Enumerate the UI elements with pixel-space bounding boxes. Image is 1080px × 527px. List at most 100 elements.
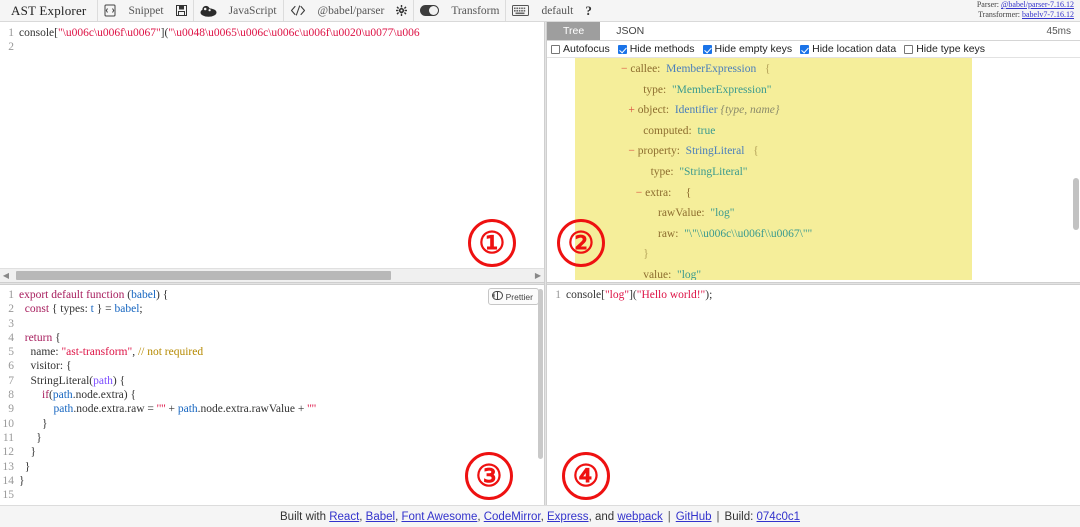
- line-number: 12: [2, 446, 15, 459]
- ast-token: true: [697, 124, 716, 137]
- tab-tree[interactable]: Tree: [547, 22, 601, 40]
- parse-time: 45ms: [1046, 25, 1071, 37]
- output-code-panel[interactable]: 1 console["log"]("Hello world!");: [547, 285, 1080, 505]
- code-token: return: [24, 331, 53, 344]
- source-code-editor[interactable]: 1 console["\u006c\u006f\u0067"]("\u0048\u…: [0, 22, 544, 282]
- parser-version-row: Parser: @babel/parser-7.16.12: [977, 0, 1074, 10]
- code-text: path.node.extra.raw = '"' + path.node.ex…: [19, 402, 317, 416]
- gear-icon[interactable]: [390, 0, 413, 21]
- file-code-icon[interactable]: [98, 0, 122, 21]
- scroll-left-arrow[interactable]: ◀: [0, 271, 12, 280]
- help-button[interactable]: ?: [579, 0, 598, 21]
- footer-link-webpack[interactable]: webpack: [617, 511, 662, 523]
- code-token: StringLiteral: [19, 374, 90, 387]
- code-token: }: [19, 417, 48, 430]
- ast-token: type:: [650, 165, 680, 178]
- ast-option-hide-location-data[interactable]: Hide location data: [800, 43, 896, 55]
- transform-vertical-scrollbar[interactable]: [537, 285, 544, 505]
- code-token: .node.extra) {: [72, 389, 136, 402]
- ast-token: }: [643, 248, 649, 261]
- checkbox-icon[interactable]: [904, 44, 914, 54]
- scroll-right-arrow[interactable]: ▶: [532, 271, 544, 280]
- transform-label[interactable]: Transform: [445, 0, 505, 21]
- ast-option-hide-type-keys[interactable]: Hide type keys: [904, 43, 985, 55]
- footer-link-codemirror[interactable]: CodeMirror: [484, 511, 541, 523]
- scroll-track[interactable]: [12, 271, 532, 280]
- prettier-button[interactable]: Prettier: [487, 288, 539, 305]
- floppy-disk-icon[interactable]: [170, 0, 193, 21]
- transform-code-editor[interactable]: 1 export default function (babel) {2 cons…: [0, 285, 544, 505]
- parser-label[interactable]: @babel/parser: [312, 0, 391, 21]
- ast-node-row[interactable]: value: "log": [547, 265, 1080, 280]
- ast-node-row[interactable]: + object: Identifier {type, name}: [547, 100, 1080, 121]
- checkbox-icon[interactable]: [702, 44, 712, 54]
- parser-version-label: Parser:: [976, 0, 1000, 9]
- code-token: name:: [19, 346, 62, 359]
- line-number: 9: [8, 403, 14, 416]
- ast-node-row[interactable]: rawValue: "log": [547, 203, 1080, 224]
- ast-token: callee:: [627, 63, 667, 75]
- footer-link-express[interactable]: Express: [547, 511, 589, 523]
- scroll-thumb[interactable]: [16, 271, 391, 280]
- keyboard-icon: [506, 0, 535, 21]
- toggle-switch-icon-transform[interactable]: [414, 0, 445, 21]
- ast-node-row[interactable]: raw: "\"\\u006c\\u006f\\u0067\"": [547, 224, 1080, 245]
- code-text: }: [19, 431, 42, 445]
- ast-tree-body[interactable]: − callee: MemberExpression {type: "Membe…: [547, 58, 1080, 280]
- ast-token: property:: [634, 145, 686, 158]
- ast-option-hide-methods[interactable]: Hide methods: [617, 43, 695, 55]
- checkbox-icon[interactable]: [617, 44, 627, 54]
- code-line: 1 console["\u006c\u006f\u0067"]("\u0048\u…: [0, 26, 544, 40]
- code-token: } =: [93, 303, 115, 316]
- ast-node-row[interactable]: computed: true: [547, 121, 1080, 142]
- source-code-lines[interactable]: 1 console["\u006c\u006f\u0067"]("\u0048\u…: [0, 22, 544, 258]
- snippet-label[interactable]: Snippet: [122, 0, 169, 21]
- footer-link-font-awesome[interactable]: Font Awesome: [401, 511, 477, 523]
- parser-version-link[interactable]: @babel/parser-7.16.12: [1001, 0, 1074, 9]
- ast-node-row[interactable]: − extra: {: [547, 183, 1080, 204]
- ast-node-row[interactable]: type: "StringLiteral": [547, 162, 1080, 183]
- code-token: "Hello world!": [636, 289, 706, 301]
- line-number: 4: [8, 331, 14, 344]
- ast-node-row[interactable]: type: "MemberExpression": [547, 80, 1080, 101]
- code-line: 12 }: [0, 445, 544, 459]
- line-number: 10: [2, 417, 15, 430]
- code-token: ;: [139, 303, 143, 316]
- checkbox-icon[interactable]: [551, 44, 560, 54]
- checkbox-icon[interactable]: [800, 44, 810, 54]
- ast-node-row[interactable]: − callee: MemberExpression {: [547, 59, 1080, 80]
- ast-node-list[interactable]: − callee: MemberExpression {type: "Membe…: [547, 58, 1080, 280]
- ast-options-bar: Autofocus Hide methods Hide empty keys Hide…: [547, 41, 1080, 58]
- code-token: // not required: [137, 346, 204, 359]
- language-label[interactable]: JavaScript: [223, 0, 283, 21]
- code-text: console["log"]("Hello world!");: [566, 288, 712, 302]
- ast-node-row[interactable]: }: [547, 244, 1080, 265]
- code-line: 14}: [0, 474, 544, 488]
- tab-json[interactable]: JSON: [600, 22, 660, 40]
- footer-link-github[interactable]: GitHub: [676, 511, 712, 523]
- app-title: AST Explorer: [0, 0, 99, 21]
- code-text: const { types: t } = babel;: [19, 302, 143, 316]
- code-token: "ast-transform": [61, 346, 133, 359]
- code-token: .node.extra.rawValue +: [197, 403, 308, 416]
- ast-token: {: [756, 63, 771, 75]
- code-token: ) {: [156, 289, 169, 301]
- keymap-label[interactable]: default: [535, 0, 579, 21]
- ast-node-row[interactable]: − property: StringLiteral {: [547, 141, 1080, 162]
- code-line: 1 console["log"]("Hello world!");: [547, 288, 1080, 302]
- code-token: {: [52, 331, 61, 344]
- footer-link-babel[interactable]: Babel: [366, 511, 395, 523]
- code-text: export default function (babel) {: [19, 288, 168, 302]
- source-horizontal-scrollbar[interactable]: ◀ ▶: [0, 268, 544, 282]
- transformer-version-link[interactable]: babelv7-7.16.12: [1022, 10, 1074, 19]
- ast-vertical-scrollbar[interactable]: [1073, 58, 1079, 280]
- footer-separator-1: |: [667, 510, 671, 523]
- code-token: }: [19, 446, 37, 459]
- footer-link-react[interactable]: React: [329, 511, 359, 523]
- ast-option-hide-empty-keys[interactable]: Hide empty keys: [702, 43, 792, 55]
- code-text: }: [19, 474, 25, 488]
- transform-code-lines[interactable]: 1 export default function (babel) {2 cons…: [0, 285, 544, 502]
- ast-option-autofocus[interactable]: Autofocus: [551, 43, 610, 55]
- footer-build-hash[interactable]: 074c0c1: [757, 511, 800, 523]
